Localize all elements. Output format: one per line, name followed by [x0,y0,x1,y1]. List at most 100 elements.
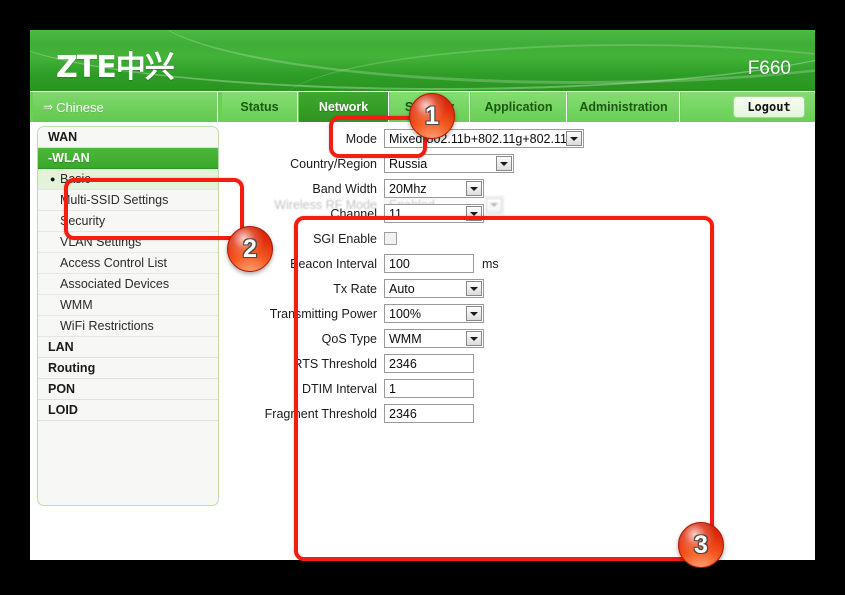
form-row-mode: Mode Mixed(802.11b+802.11g+802.11 [226,126,806,151]
form-row-transmitting-power: Transmitting Power 100% [226,301,806,326]
sidebar-item-label: WiFi Restrictions [60,319,154,333]
fragment-threshold-label: Fragment Threshold [264,406,377,421]
qos-type-label: QoS Type [321,331,377,346]
sidebar-item-label: LOID [48,403,78,417]
router-model-label: F660 [747,58,791,79]
tab-application-label: Application [484,100,553,114]
footer-ghost-text-2 [60,550,63,562]
qos-type-value: WMM [389,331,422,346]
sidebar-menu: WAN -WLAN Basic Multi-SSID Settings Security… [37,126,219,506]
beacon-interval-unit: ms [482,256,499,271]
sidebar-item-access-control-list[interactable]: Access Control List [38,253,218,274]
form-row-band-width: Band Width 20Mhz [226,176,806,201]
chevron-down-icon [496,156,512,171]
sidebar-item-lan[interactable]: LAN [38,337,218,358]
tab-application[interactable]: Application [471,92,567,122]
channel-value: 11 [389,206,402,221]
sidebar-item-associated-devices[interactable]: Associated Devices [38,274,218,295]
sidebar-item-loid[interactable]: LOID [38,400,218,421]
sidebar-item-label: Basic [60,172,91,186]
form-row-fragment-threshold: Fragment Threshold 2346 [226,401,806,426]
tab-status[interactable]: Status [222,92,298,122]
fragment-threshold-value: 2346 [389,406,417,421]
sidebar-item-label: Associated Devices [60,277,170,291]
transmitting-power-value: 100% [389,306,421,321]
screenshot-root: ZTE中兴 F660 ⇒ Chinese Status Network Secu… [0,0,845,595]
country-region-label: Country/Region [290,156,377,171]
zte-logo: ZTE中兴 [56,50,175,85]
chevron-down-icon [466,281,482,296]
logout-button-label: Logout [747,100,791,114]
sidebar-item-routing[interactable]: Routing [38,358,218,379]
dtim-interval-value: 1 [389,381,396,396]
sidebar-item-label: -WLAN [48,151,90,165]
logout-button[interactable]: Logout [733,96,805,118]
page-header: ZTE中兴 F660 [30,30,815,91]
mode-label: Mode [345,131,377,146]
sidebar-item-label: PON [48,382,76,396]
dtim-interval-label: DTIM Interval [301,381,377,396]
transmitting-power-label: Transmitting Power [269,306,377,321]
tx-rate-select[interactable]: Auto [384,279,484,298]
qos-type-select[interactable]: WMM [384,329,484,348]
sidebar-item-label: Security [60,214,106,228]
footer-ghost-text-1 [150,535,153,547]
channel-label: Channel [330,206,377,221]
rts-threshold-label: RTS Threshold [293,356,377,371]
form-row-rts-threshold: RTS Threshold 2346 [226,351,806,376]
arrow-right-icon: ⇒ [43,100,54,114]
rts-threshold-input[interactable]: 2346 [384,354,474,373]
band-width-value: 20Mhz [389,181,427,196]
tx-rate-value: Auto [389,281,415,296]
router-admin-page: ZTE中兴 F660 ⇒ Chinese Status Network Secu… [30,30,815,568]
sidebar-item-label: WAN [48,130,78,144]
form-row-tx-rate: Tx Rate Auto [226,276,806,301]
channel-select[interactable]: 11 [384,204,484,223]
chevron-down-icon [466,306,482,321]
sidebar-item-label: Multi-SSID Settings [60,193,169,207]
beacon-interval-value: 100 [389,256,410,271]
band-width-label: Band Width [312,181,377,196]
mode-select[interactable]: Mixed(802.11b+802.11g+802.11 [384,129,584,148]
tab-administration[interactable]: Administration [568,92,680,122]
form-row-qos-type: QoS Type WMM [226,326,806,351]
sidebar-item-wmm[interactable]: WMM [38,295,218,316]
chevron-down-icon [566,131,582,146]
tab-administration-label: Administration [579,100,668,114]
sidebar-item-multi-ssid-settings[interactable]: Multi-SSID Settings [38,190,218,211]
chevron-down-icon [466,331,482,346]
transmitting-power-select[interactable]: 100% [384,304,484,323]
country-region-select[interactable]: Russia [384,154,514,173]
sidebar-item-wifi-restrictions[interactable]: WiFi Restrictions [38,316,218,337]
sidebar-item-wan[interactable]: WAN [38,127,218,148]
form-row-channel: Channel 11 [226,201,806,226]
tab-network-label: Network [318,100,369,114]
rts-threshold-value: 2346 [389,356,417,371]
beacon-interval-input[interactable]: 100 [384,254,474,273]
wireless-settings-form: Mode Mixed(802.11b+802.11g+802.11 Country/… [226,126,806,526]
country-region-value: Russia [389,156,428,171]
header-swoosh-decoration-3 [280,44,815,91]
language-switch-chinese[interactable]: ⇒ Chinese [33,92,218,122]
sidebar-item-label: VLAN Settings [60,235,142,249]
tx-rate-label: Tx Rate [333,281,377,296]
sidebar-item-wlan[interactable]: -WLAN [38,148,218,169]
mode-value: Mixed(802.11b+802.11g+802.11 [389,131,567,146]
annotation-badge-2: 2 [227,226,273,272]
tab-status-label: Status [240,100,279,114]
form-row-sgi-enable: SGI Enable [226,226,806,251]
language-switch-label: Chinese [56,99,104,115]
sidebar-item-basic[interactable]: Basic [38,169,218,190]
annotation-badge-3: 3 [678,522,724,568]
sidebar-item-vlan-settings[interactable]: VLAN Settings [38,232,218,253]
sgi-enable-checkbox[interactable] [384,232,397,245]
tab-network[interactable]: Network [299,92,389,122]
band-width-select[interactable]: 20Mhz [384,179,484,198]
fragment-threshold-input[interactable]: 2346 [384,404,474,423]
sidebar-item-security[interactable]: Security [38,211,218,232]
form-row-beacon-interval: Beacon Interval 100 ms [226,251,806,276]
dtim-interval-input[interactable]: 1 [384,379,474,398]
annotation-badge-1: 1 [409,93,455,139]
header-swoosh-decoration-2 [150,30,815,84]
sidebar-item-pon[interactable]: PON [38,379,218,400]
